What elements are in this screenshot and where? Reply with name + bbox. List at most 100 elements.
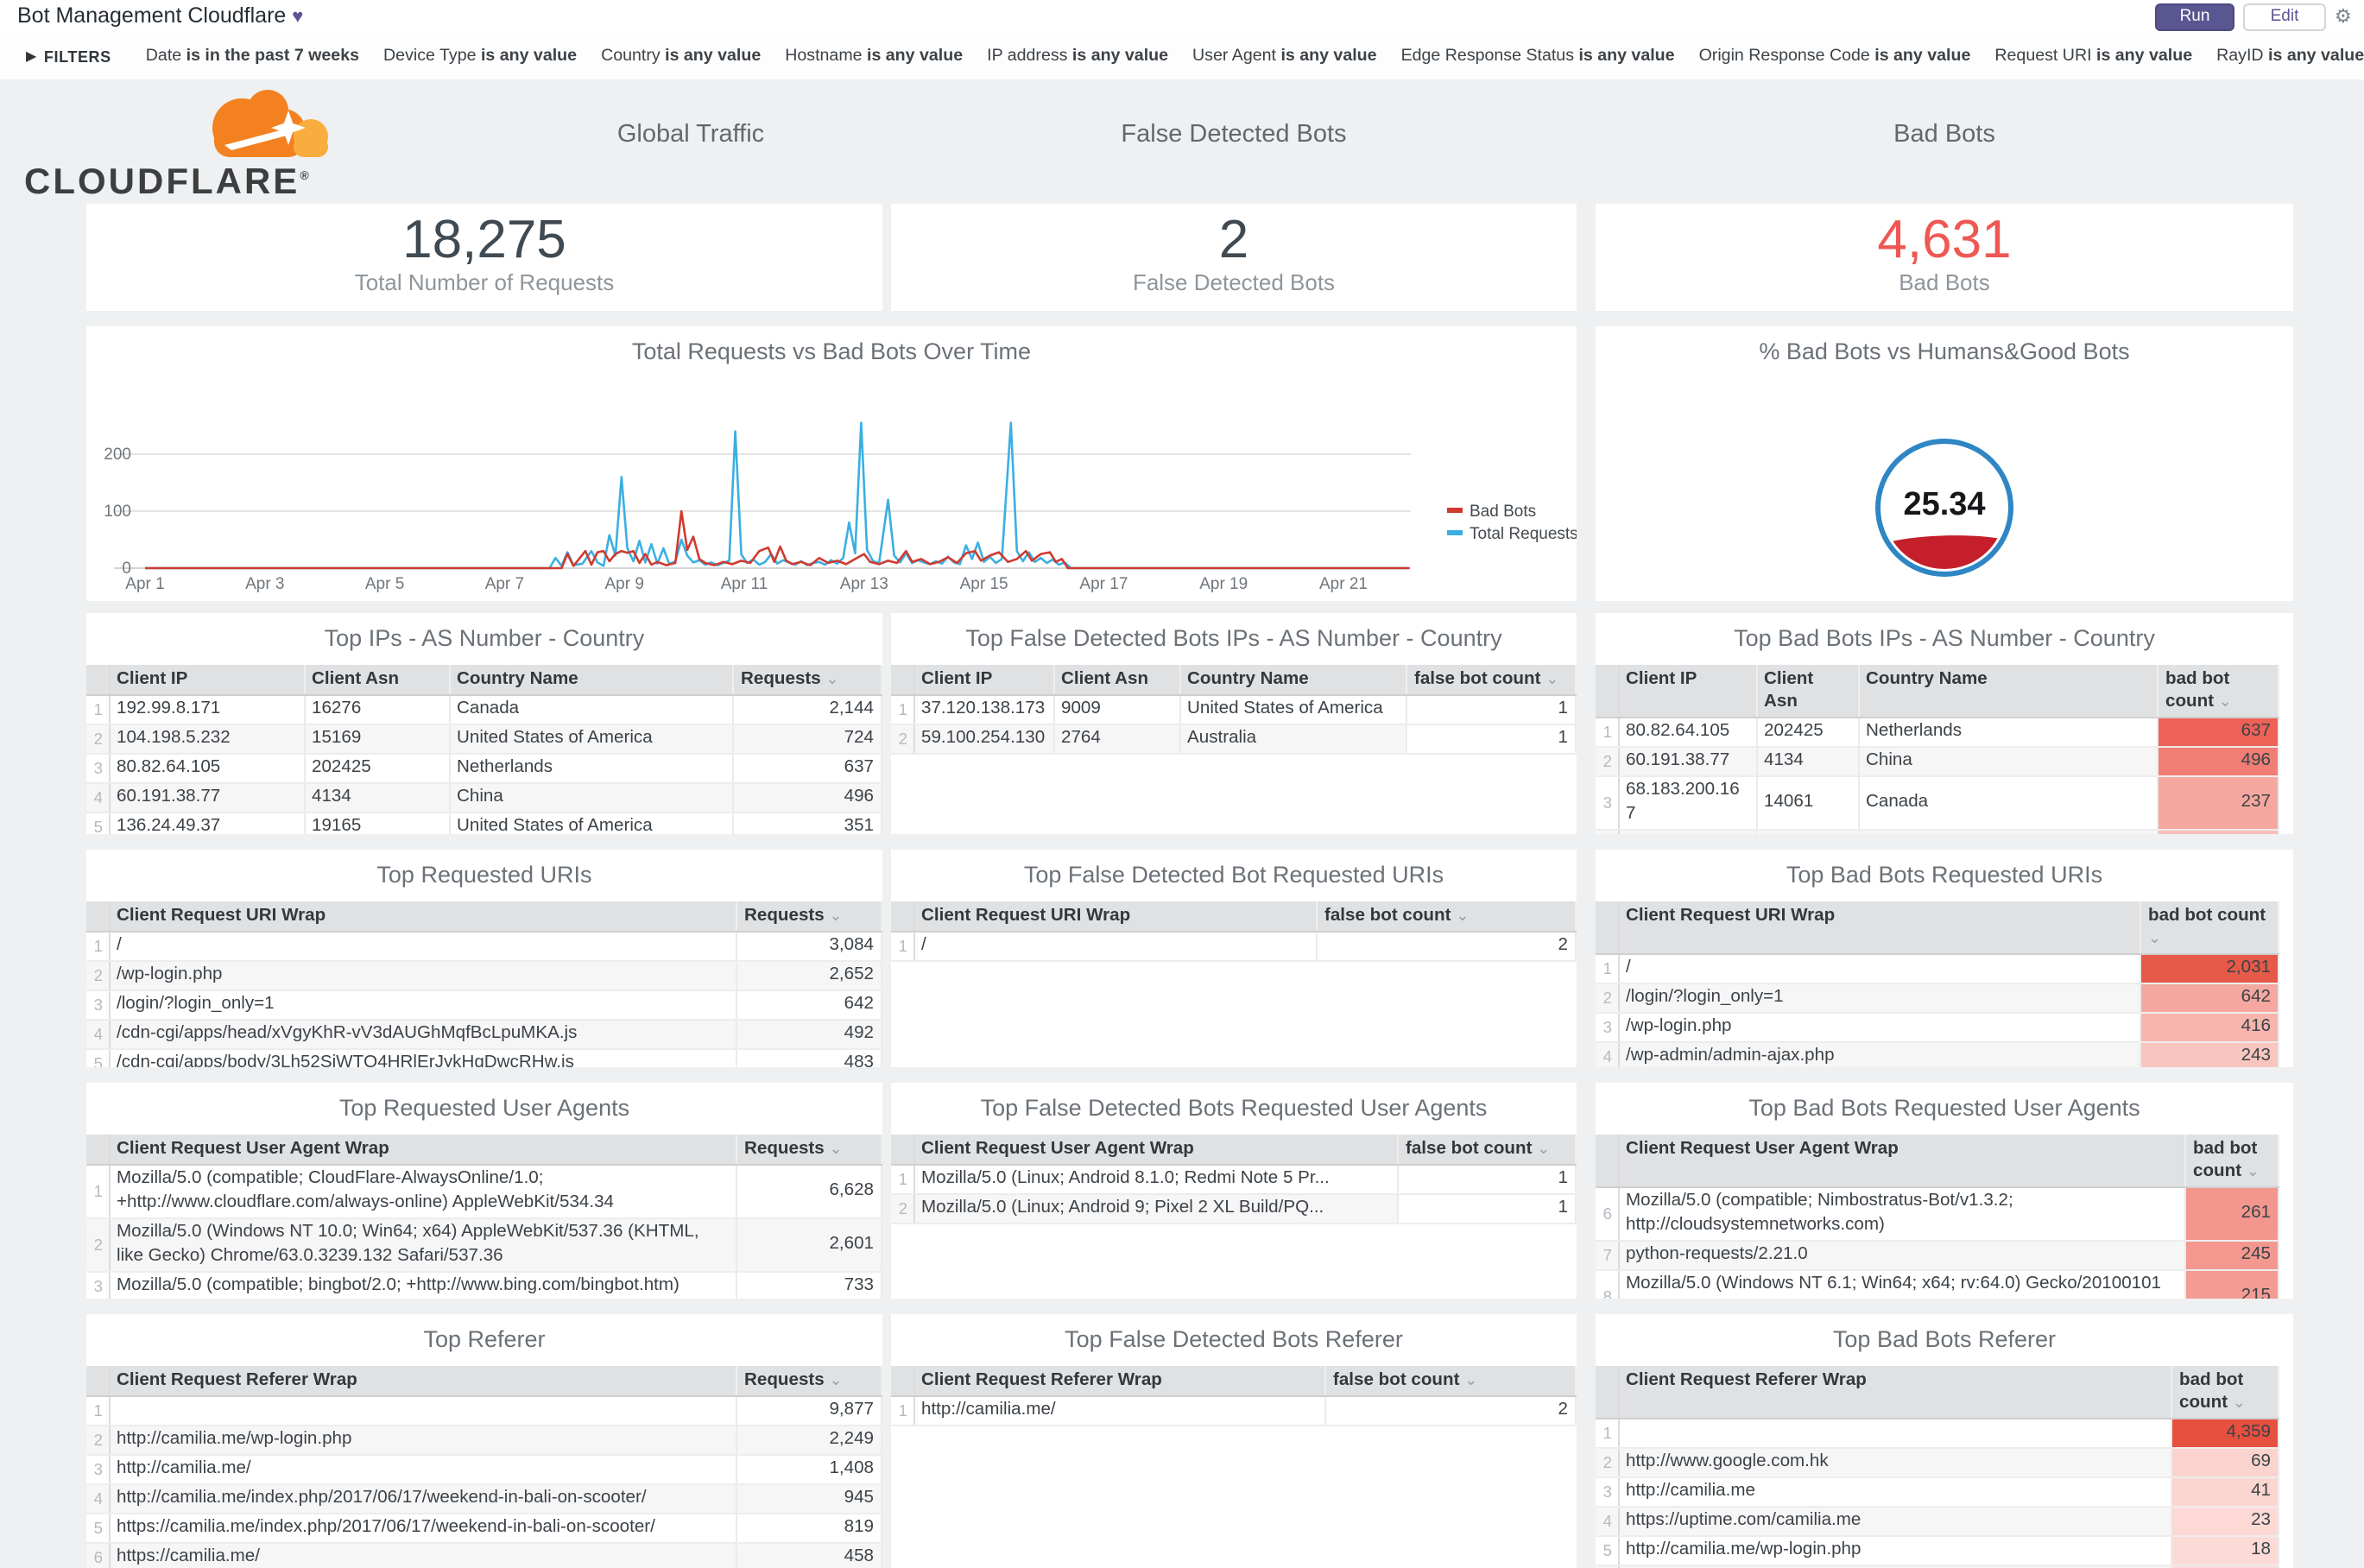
filter-item[interactable]: Device Type is any value — [383, 47, 577, 66]
timeseries-chart[interactable]: 0100200Apr 1 Apr 3 Apr 5 Apr 7 Apr 9 Apr 11 Ap… — [86, 364, 1578, 623]
table-row[interactable]: 1 Mozilla/5.0 (Linux; Android 8.1.0; Redm… — [891, 1165, 1577, 1195]
filter-item[interactable]: RayID is any value — [2216, 47, 2364, 66]
table-top-bad-bot-user-agents[interactable]: Client Request User Agent Wrap bad bot co… — [1596, 1135, 2279, 1299]
table-row[interactable]: 1 9,877 — [86, 1396, 882, 1426]
table-top-bad-bot-referer[interactable]: Client Request Referer Wrap bad bot count… — [1596, 1366, 2279, 1568]
table-top-user-agents[interactable]: Client Request User Agent Wrap Requests ⌄… — [86, 1135, 882, 1299]
table-row[interactable]: 3 http://camilia.me 41 — [1596, 1477, 2279, 1508]
table-row[interactable]: 7 python-requests/2.21.0 245 — [1596, 1241, 2279, 1271]
column-header[interactable]: Client Asn — [1053, 665, 1180, 696]
sort-desc-icon[interactable]: ⌄ — [2247, 1162, 2260, 1179]
sort-desc-icon[interactable]: ⌄ — [1545, 670, 1558, 687]
filter-item[interactable]: Origin Response Code is any value — [1699, 47, 1971, 66]
table-row[interactable]: 1 80.82.64.105 202425 Netherlands 637 — [1596, 718, 2279, 748]
table-row[interactable]: 4/wp-admin/admin-ajax.php 243 — [1596, 1042, 2279, 1067]
table-row[interactable]: 1 192.99.8.171 16276 Canada 2,144 — [86, 695, 882, 725]
table-row[interactable]: 4 60.191.38.77 4134 China 496 — [86, 783, 882, 813]
column-header[interactable]: Client Request URI Wrap — [913, 901, 1318, 933]
filter-item[interactable]: Request URI is any value — [1994, 47, 2192, 66]
sort-desc-icon[interactable]: ⌄ — [829, 1371, 842, 1388]
table-row[interactable]: 1/2,031 — [1596, 954, 2279, 984]
column-header[interactable]: Requests ⌄ — [736, 1366, 882, 1397]
column-header[interactable]: bad bot count ⌄ — [2185, 1135, 2279, 1188]
sort-desc-icon[interactable]: ⌄ — [829, 1140, 842, 1157]
sort-desc-icon[interactable]: ⌄ — [1537, 1140, 1550, 1157]
table-row[interactable]: 6 Mozilla/5.0 (compatible; Nimbostratus-B… — [1596, 1187, 2279, 1242]
table-row[interactable]: 5 http://camilia.me/wp-login.php 18 — [1596, 1536, 2279, 1566]
filter-item[interactable]: IP address is any value — [987, 47, 1168, 66]
sort-desc-icon[interactable]: ⌄ — [1464, 1371, 1477, 1388]
table-row[interactable]: 1 4,359 — [1596, 1419, 2279, 1449]
gear-icon[interactable]: ⚙ — [2335, 5, 2352, 28]
table-row[interactable]: 3 68.183.200.167 14061 Canada 237 — [1596, 776, 2279, 831]
table-row[interactable]: 5 136.24.49.37 19165 United States of Ameri… — [86, 812, 882, 834]
table-row[interactable]: 1 http://camilia.me/2 — [891, 1396, 1577, 1426]
sort-desc-icon[interactable]: ⌄ — [2148, 929, 2161, 946]
sort-desc-icon[interactable]: ⌄ — [2233, 1394, 2246, 1411]
table-row[interactable]: 5/cdn-cgi/apps/body/3Lh52SjWTQ4HRlErJykH… — [86, 1049, 882, 1067]
column-header[interactable]: Client Request Referer Wrap — [1618, 1366, 2172, 1419]
column-header[interactable]: Client Request User Agent Wrap — [109, 1135, 737, 1166]
column-header[interactable]: false bot count ⌄ — [1325, 1366, 1577, 1397]
column-header[interactable]: Client Asn — [304, 665, 450, 696]
filter-item[interactable]: Country is any value — [601, 47, 761, 66]
table-top-false-bot-referer[interactable]: Client Request Referer Wrap false bot cou… — [891, 1366, 1577, 1568]
column-header[interactable]: Client Request Referer Wrap — [109, 1366, 737, 1397]
table-row[interactable]: 1 Mozilla/5.0 (compatible; CloudFlare-Alw… — [86, 1165, 882, 1219]
run-button[interactable]: Run — [2155, 3, 2234, 31]
column-header[interactable]: Requests ⌄ — [733, 665, 882, 696]
edit-button[interactable]: Edit — [2243, 3, 2326, 31]
table-top-bad-bot-ips[interactable]: Client IP Client Asn Country Name bad bot c… — [1596, 665, 2279, 834]
column-header[interactable]: bad bot count ⌄ — [2171, 1366, 2279, 1419]
column-header[interactable]: false bot count ⌄ — [1398, 1135, 1577, 1166]
table-top-referer[interactable]: Client Request Referer Wrap Requests ⌄ 1 9,… — [86, 1366, 882, 1568]
column-header[interactable]: Client Request Referer Wrap — [913, 1366, 1326, 1397]
filter-item[interactable]: Edge Response Status is any value — [1401, 47, 1675, 66]
table-row[interactable]: 3 http://camilia.me/1,408 — [86, 1455, 882, 1485]
table-top-bad-bot-uris[interactable]: Client Request URI Wrap bad bot count ⌄ 1/… — [1596, 901, 2279, 1067]
legend-item[interactable]: Bad Bots — [1447, 503, 1536, 521]
column-header[interactable]: false bot count ⌄ — [1406, 665, 1577, 696]
column-header[interactable]: Requests ⌄ — [736, 1135, 882, 1166]
table-top-false-bot-user-agents[interactable]: Client Request User Agent Wrap false bot … — [891, 1135, 1577, 1299]
table-row[interactable]: 6 https://camilia.me/458 — [86, 1543, 882, 1568]
table-row[interactable]: 2 60.191.38.77 4134 China 496 — [1596, 747, 2279, 777]
table-row[interactable]: 2 http://www.google.com.hk 69 — [1596, 1448, 2279, 1478]
filter-item[interactable]: User Agent is any value — [1192, 47, 1377, 66]
filter-item[interactable]: Date is in the past 7 weeks — [146, 47, 359, 66]
column-header[interactable]: Requests ⌄ — [736, 901, 882, 933]
table-row[interactable]: 2 http://camilia.me/wp-login.php 2,249 — [86, 1426, 882, 1456]
column-header[interactable]: Country Name — [1179, 665, 1407, 696]
filter-item[interactable]: Hostname is any value — [785, 47, 963, 66]
table-row[interactable]: 4 http://camilia.me/index.php/2017/06/17/… — [86, 1484, 882, 1514]
table-row[interactable]: 2 104.198.5.232 15169 United States of Amer… — [86, 724, 882, 755]
sort-desc-icon[interactable]: ⌄ — [2219, 692, 2232, 710]
table-row[interactable]: 4/cdn-cgi/apps/head/xVgyKhR-vV3dAUGhMqfB… — [86, 1020, 882, 1050]
column-header[interactable]: Client Request User Agent Wrap — [1618, 1135, 2186, 1188]
table-row[interactable]: 8 Mozilla/5.0 (Windows NT 6.1; Win64; x64… — [1596, 1270, 2279, 1299]
table-row[interactable]: 3 80.82.64.105 202425 Netherlands 637 — [86, 754, 882, 784]
table-row[interactable]: 2/wp-login.php 2,652 — [86, 961, 882, 991]
filters-toggle[interactable]: ▶ FILTERS — [26, 47, 111, 65]
column-header[interactable]: Country Name — [1858, 665, 2159, 718]
column-header[interactable]: Client Asn — [1756, 665, 1859, 718]
table-row[interactable]: 2 59.100.254.130 2764 Australia 1 — [891, 724, 1577, 755]
column-header[interactable]: bad bot count ⌄ — [2140, 901, 2279, 955]
column-header[interactable]: Client IP — [1618, 665, 1757, 718]
legend-item[interactable]: Total Requests — [1447, 525, 1578, 543]
column-header[interactable]: Client Request URI Wrap — [1618, 901, 2141, 955]
column-header[interactable]: false bot count ⌄ — [1317, 901, 1577, 933]
sort-desc-icon[interactable]: ⌄ — [829, 907, 842, 924]
table-top-ips[interactable]: Client IP Client Asn Country Name Requests … — [86, 665, 882, 834]
table-row[interactable]: 3/login/?login_only=1 642 — [86, 990, 882, 1021]
column-header[interactable]: bad bot count ⌄ — [2158, 665, 2279, 718]
column-header[interactable]: Country Name — [449, 665, 734, 696]
table-top-false-bot-uris[interactable]: Client Request URI Wrap false bot count ⌄… — [891, 901, 1577, 1067]
column-header[interactable]: Client Request User Agent Wrap — [913, 1135, 1399, 1166]
table-row[interactable]: 2/login/?login_only=1 642 — [1596, 983, 2279, 1014]
table-row[interactable]: 4 https://uptime.com/camilia.me 23 — [1596, 1507, 2279, 1537]
table-row[interactable]: 461.160.221.7323650China144 — [1596, 830, 2279, 834]
sort-desc-icon[interactable]: ⌄ — [1456, 907, 1469, 924]
table-row[interactable]: 3 Mozilla/5.0 (compatible; bingbot/2.0; +… — [86, 1272, 882, 1299]
table-row[interactable]: 3/wp-login.php 416 — [1596, 1013, 2279, 1043]
